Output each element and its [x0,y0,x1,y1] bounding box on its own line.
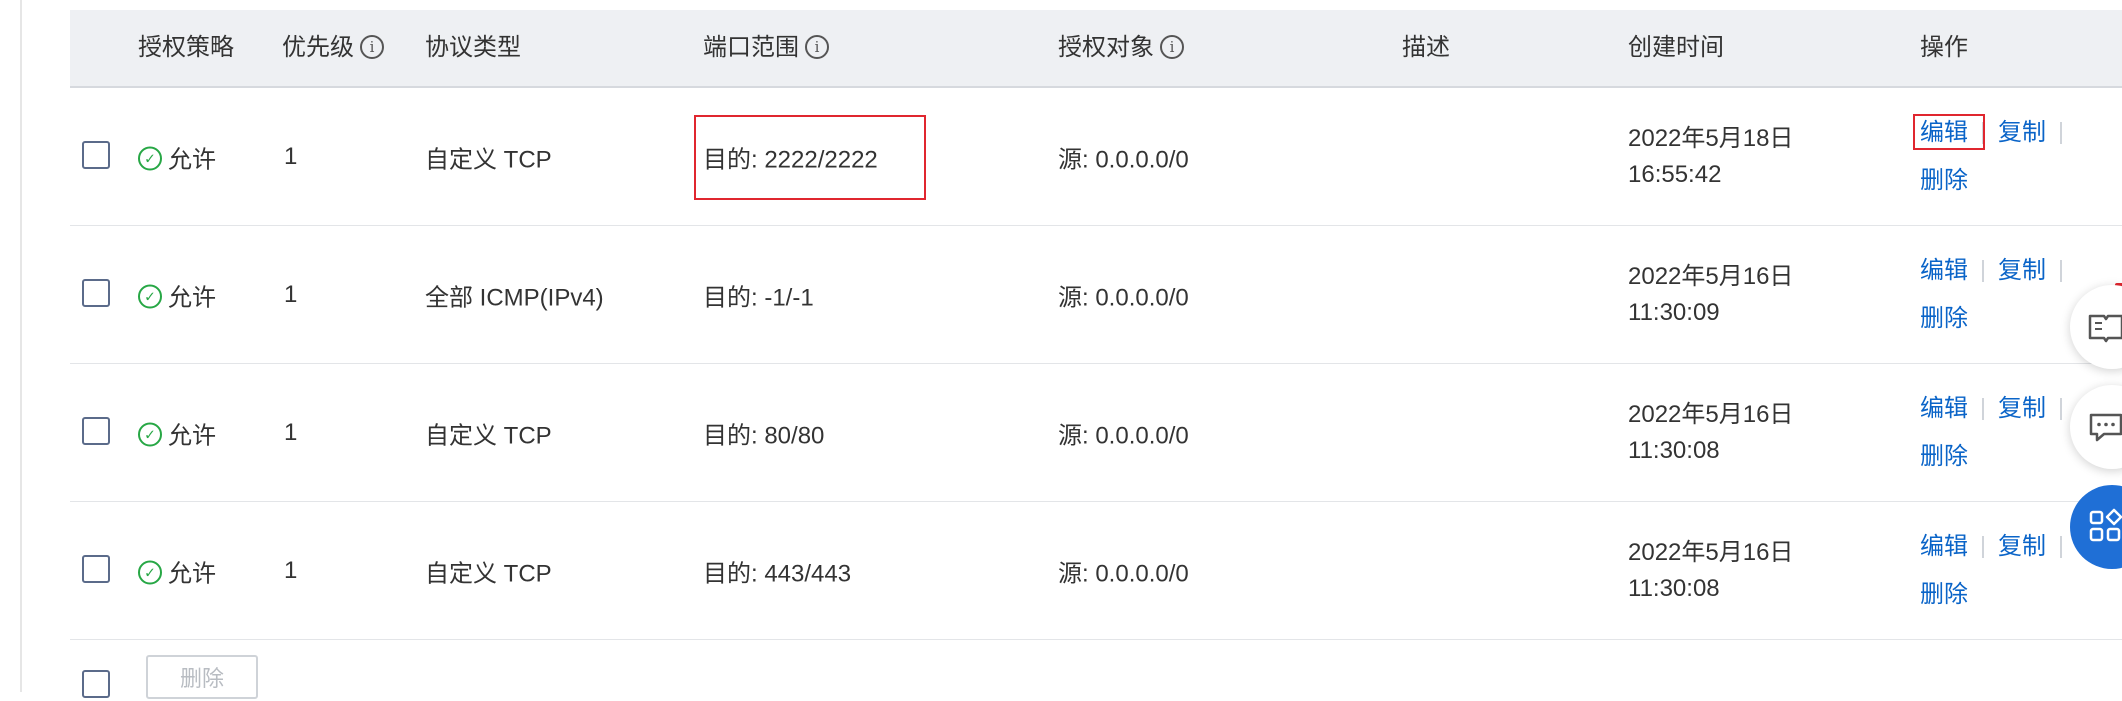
created-clock: 11:30:08 [1628,574,1720,602]
info-icon[interactable]: i [360,34,384,59]
header-auth-object: 授权对象 i [1058,10,1184,86]
check-circle-icon: ✓ [138,146,162,171]
header-created-time: 创建时间 [1628,34,1724,61]
protocol-cell: 全部 ICMP(IPv4) [425,284,604,311]
policy-cell: ✓ 允许 [138,553,216,588]
auth-object-cell: 源: 0.0.0.0/0 [1058,284,1189,311]
created-time-cell: 2022年5月16日 11:30:08 [1628,397,1793,469]
table-row: ✓ 允许 1 自定义 TCP 目的: 2222/2222 源: 0.0.0.0/0… [70,88,2122,226]
protocol-cell: 自定义 TCP [425,146,552,173]
auth-object-cell: 源: 0.0.0.0/0 [1058,560,1189,587]
left-divider [20,0,22,692]
header-protocol: 协议类型 [425,34,521,61]
priority-cell: 1 [284,556,298,584]
created-clock: 11:30:08 [1628,436,1720,464]
delete-link[interactable]: 删除 [1920,167,1968,194]
delete-link[interactable]: 删除 [1920,581,1968,608]
table-row: ✓ 允许 1 全部 ICMP(IPv4) 目的: -1/-1 源: 0.0.0.0… [70,226,2122,364]
created-date: 2022年5月16日 [1628,538,1794,566]
info-icon[interactable]: i [805,34,829,59]
row-checkbox[interactable] [82,554,110,583]
table-footer: 删除 [70,640,670,699]
header-actions: 操作 [1920,34,1968,61]
separator [2060,398,2062,421]
edit-link[interactable]: 编辑 [1920,395,1968,422]
separator [1982,260,1984,283]
created-clock: 11:30:09 [1628,298,1720,326]
header-port-range: 端口范围 i [703,10,829,86]
info-icon[interactable]: i [1160,34,1184,59]
row-checkbox[interactable] [82,416,110,445]
priority-cell: 1 [284,142,298,170]
table-header: 授权策略 优先级 i 协议类型 端口范围 i 授权对象 i 描述 创建时间 操作 [70,10,2122,88]
edit-link[interactable]: 编辑 [1920,119,1968,146]
priority-cell: 1 [284,418,298,446]
check-circle-icon: ✓ [138,560,162,585]
separator [2060,122,2062,145]
copy-link[interactable]: 复制 [1998,395,2046,422]
select-all-checkbox[interactable] [82,670,110,698]
separator [1982,536,1984,559]
check-circle-icon: ✓ [138,284,162,309]
created-time-cell: 2022年5月16日 11:30:08 [1628,535,1793,607]
separator [1982,398,1984,421]
header-description: 描述 [1402,34,1450,61]
separator [2060,260,2062,283]
policy-cell: ✓ 允许 [138,277,216,312]
port-range-cell: 目的: 443/443 [703,560,852,587]
priority-cell: 1 [284,280,298,308]
batch-delete-button[interactable]: 删除 [146,655,258,699]
header-policy: 授权策略 [138,34,234,61]
separator [2060,536,2062,559]
port-range-cell: 目的: 80/80 [703,422,825,449]
edit-link[interactable]: 编辑 [1920,257,1968,284]
created-clock: 16:55:42 [1628,160,1722,188]
created-time-cell: 2022年5月18日 16:55:42 [1628,121,1793,193]
protocol-cell: 自定义 TCP [425,560,552,587]
delete-link[interactable]: 删除 [1920,305,1968,332]
table-row: ✓ 允许 1 自定义 TCP 目的: 80/80 源: 0.0.0.0/0 202… [70,364,2122,502]
policy-cell: ✓ 允许 [138,139,216,174]
auth-object-cell: 源: 0.0.0.0/0 [1058,422,1189,449]
protocol-cell: 自定义 TCP [425,422,552,449]
row-actions: 编辑 复制 删除 [1920,109,2120,205]
table-body: ✓ 允许 1 自定义 TCP 目的: 2222/2222 源: 0.0.0.0/0… [70,88,2122,640]
created-date: 2022年5月16日 [1628,400,1794,428]
security-rules-table: 授权策略 优先级 i 协议类型 端口范围 i 授权对象 i 描述 创建时间 操作 ✓ 允… [70,10,2122,640]
header-priority: 优先级 i [282,10,384,86]
copy-link[interactable]: 复制 [1998,533,2046,560]
copy-link[interactable]: 复制 [1998,119,2046,146]
row-checkbox[interactable] [82,140,110,169]
row-checkbox[interactable] [82,278,110,307]
created-date: 2022年5月18日 [1628,124,1794,152]
edit-link[interactable]: 编辑 [1920,533,1968,560]
table-row: ✓ 允许 1 自定义 TCP 目的: 443/443 源: 0.0.0.0/0 2… [70,502,2122,640]
separator [1982,122,1984,145]
copy-link[interactable]: 复制 [1998,257,2046,284]
created-date: 2022年5月16日 [1628,262,1794,290]
created-time-cell: 2022年5月16日 11:30:09 [1628,259,1793,331]
policy-cell: ✓ 允许 [138,415,216,450]
check-circle-icon: ✓ [138,422,162,447]
port-range-cell: 目的: -1/-1 [703,284,814,311]
auth-object-cell: 源: 0.0.0.0/0 [1058,146,1189,173]
port-range-cell: 目的: 2222/2222 [703,146,878,173]
delete-link[interactable]: 删除 [1920,443,1968,470]
